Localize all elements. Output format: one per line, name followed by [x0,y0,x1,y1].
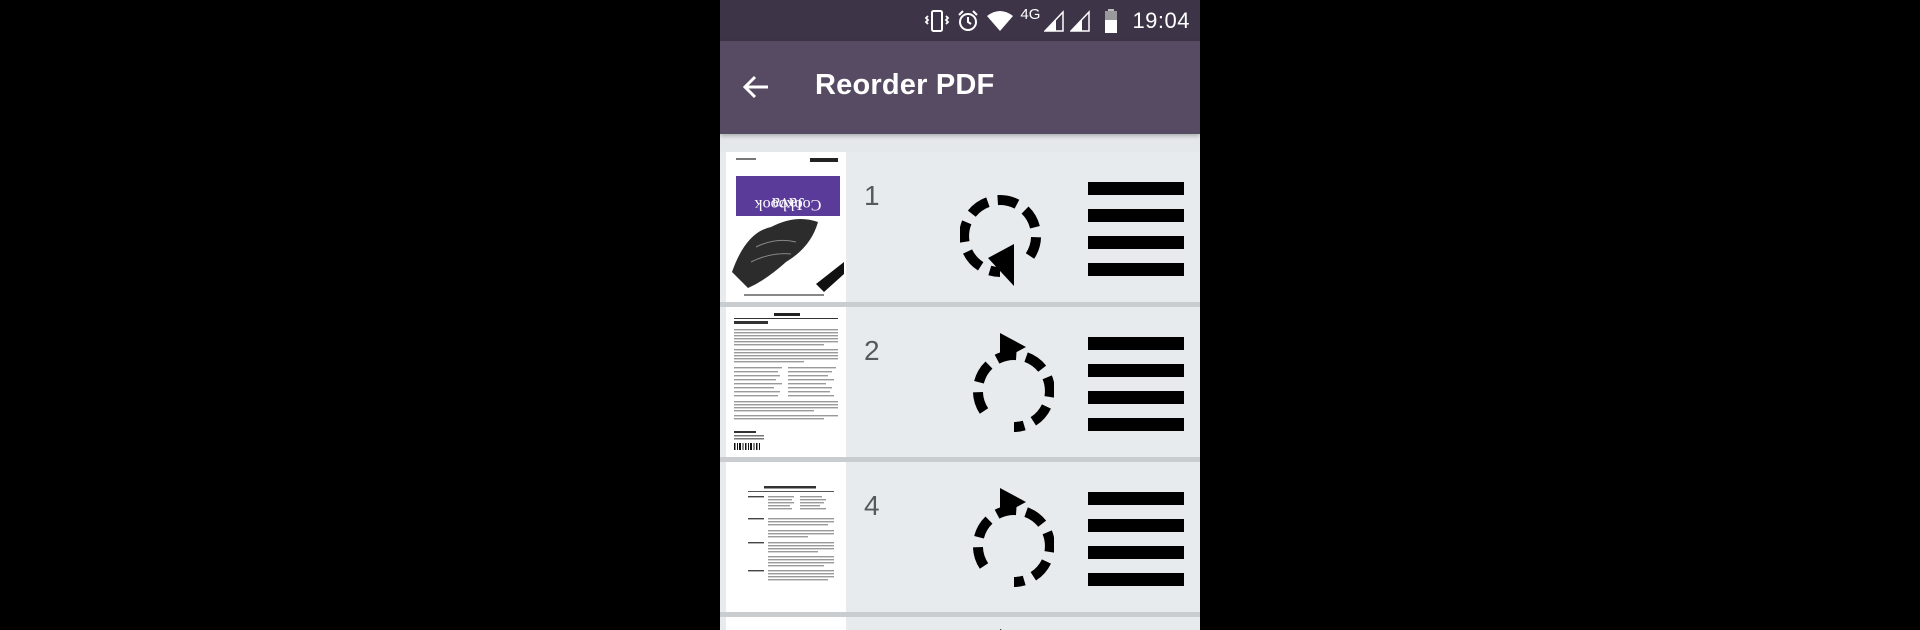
drag-handle[interactable] [1088,492,1188,588]
page-row[interactable]: Cookbook Java 1 [720,152,1200,307]
rotate-cw-icon [1000,629,1002,630]
app-bar: Reorder PDF [720,41,1200,134]
network-type: 4G [1020,6,1041,23]
phone-screen: 4G 19:04 Reorder PDF Cookbook Java 1 2 4 [720,0,1200,630]
page-number: 4 [864,490,880,521]
clock: 19:04 [1132,7,1190,33]
page-title: Reorder PDF [815,69,995,101]
rotate-cw-icon [972,333,1055,432]
status-icons: 4G 19:04 [924,0,1190,41]
page-thumbnail [726,617,846,630]
svg-text:Java: Java [772,194,804,214]
rotate-button[interactable] [960,480,1055,604]
signal-icon [1070,9,1091,32]
page-number: 1 [864,180,880,211]
wifi-icon [986,9,1014,33]
back-button[interactable] [736,67,776,107]
rotate-button[interactable] [959,170,1054,294]
page-row[interactable]: 4 [720,462,1200,617]
rotate-button[interactable] [960,325,1055,449]
vibrate-icon [924,9,950,33]
page-thumbnail [726,462,846,612]
rotate-cw-icon [972,488,1055,587]
page-row[interactable]: 2 [720,307,1200,462]
status-bar: 4G 19:04 [720,0,1200,41]
rotate-ccw-icon [959,195,1042,286]
drag-handle[interactable] [1088,337,1188,433]
signal-icon [1044,9,1065,32]
alarm-icon [956,9,980,33]
page-number: 2 [864,335,880,366]
rotate-button[interactable] [960,621,1054,630]
page-list: Cookbook Java 1 2 4 [720,152,1200,630]
page-thumbnail: Cookbook Java [726,152,846,302]
drag-handle[interactable] [1088,182,1188,278]
arrow-left-icon [742,75,768,99]
battery-icon [1104,8,1118,34]
page-row-partial[interactable] [720,617,1200,630]
page-thumbnail [726,307,846,457]
